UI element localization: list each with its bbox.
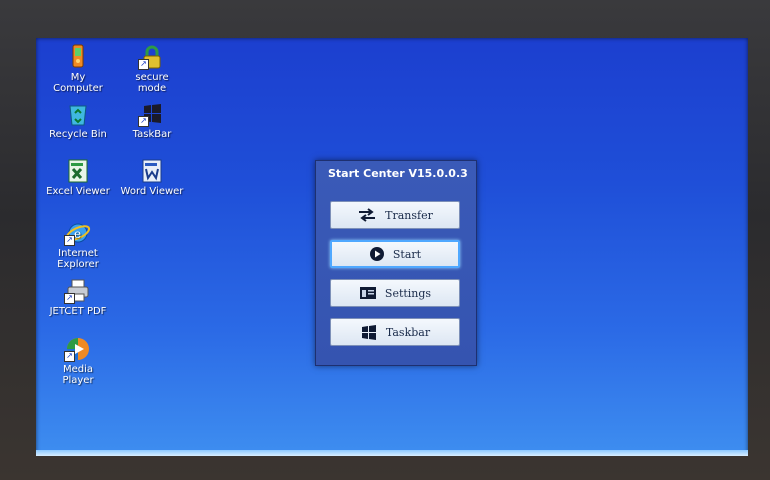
desktop-icon-jetcet-pdf[interactable]: ↗ JETCET PDF <box>46 278 110 317</box>
excel-icon <box>64 158 92 184</box>
taskbar-button[interactable]: Taskbar <box>330 318 460 346</box>
desktop: My Computer Recycle Bin Excel Viewer e ↗… <box>36 38 748 456</box>
shortcut-arrow-icon: ↗ <box>138 59 149 70</box>
desktop-icon-label: TaskBar <box>132 129 172 140</box>
settings-button[interactable]: Settings <box>330 279 460 307</box>
start-button-label: Start <box>392 247 422 261</box>
start-center-title: Start Center V15.0.0.3 <box>328 167 468 180</box>
start-center-window: Start Center V15.0.0.3 Transfer Start Se… <box>315 160 477 366</box>
shortcut-arrow-icon: ↗ <box>64 235 75 246</box>
settings-window-icon <box>359 286 377 300</box>
desktop-icon-label: My Computer <box>53 72 103 94</box>
media-player-icon: ↗ <box>64 336 92 362</box>
desktop-icon-excel-viewer[interactable]: Excel Viewer <box>46 158 110 197</box>
desktop-icon-label: Internet Explorer <box>57 248 99 270</box>
transfer-button[interactable]: Transfer <box>330 201 460 229</box>
transfer-arrows-icon <box>357 208 377 222</box>
windows-logo-icon: ↗ <box>138 101 166 127</box>
desktop-icon-label: secure mode <box>135 72 169 94</box>
windows-logo-icon <box>360 324 378 340</box>
play-icon <box>369 246 385 262</box>
desktop-icon-recycle-bin[interactable]: Recycle Bin <box>46 101 110 140</box>
desktop-icon-label: Word Viewer <box>120 186 184 197</box>
desktop-icon-word-viewer[interactable]: Word Viewer <box>120 158 184 197</box>
desktop-icon-internet-explorer[interactable]: e ↗ Internet Explorer <box>46 220 110 270</box>
start-button[interactable]: Start <box>330 240 460 268</box>
desktop-icon-label: Excel Viewer <box>46 186 110 197</box>
desktop-icon-label: JETCET PDF <box>49 306 107 317</box>
my-computer-icon <box>64 44 92 70</box>
shortcut-arrow-icon: ↗ <box>138 116 149 127</box>
recycle-bin-icon <box>64 101 92 127</box>
desktop-icon-my-computer[interactable]: My Computer <box>46 44 110 94</box>
printer-icon: ↗ <box>64 278 92 304</box>
internet-explorer-icon: e ↗ <box>64 220 92 246</box>
desktop-icon-secure-mode[interactable]: ↗ secure mode <box>120 44 184 94</box>
desktop-icon-taskbar[interactable]: ↗ TaskBar <box>120 101 184 140</box>
desktop-icon-media-player[interactable]: ↗ Media Player <box>46 336 110 386</box>
shortcut-arrow-icon: ↗ <box>64 351 75 362</box>
shortcut-arrow-icon: ↗ <box>64 293 75 304</box>
desktop-icon-label: Media Player <box>62 364 94 386</box>
svg-text:e: e <box>74 227 81 241</box>
desktop-icon-label: Recycle Bin <box>49 129 107 140</box>
transfer-button-label: Transfer <box>385 208 433 222</box>
lock-icon: ↗ <box>138 44 166 70</box>
settings-button-label: Settings <box>384 286 432 300</box>
taskbar-button-label: Taskbar <box>385 325 431 339</box>
word-icon <box>138 158 166 184</box>
